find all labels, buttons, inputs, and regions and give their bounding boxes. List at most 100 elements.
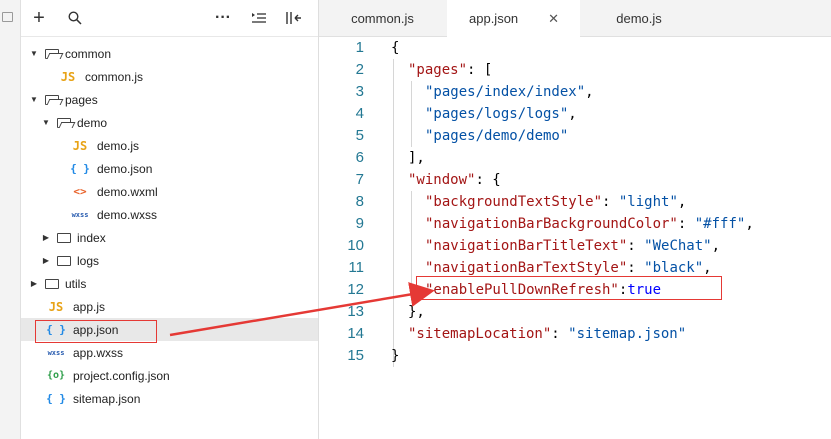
tab-common-js[interactable]: common.js bbox=[319, 0, 446, 36]
tree-item-label: index bbox=[77, 230, 106, 245]
tree-item-common[interactable]: ▼ common bbox=[21, 42, 318, 65]
add-file-icon[interactable]: + bbox=[29, 7, 49, 29]
chevron-right-icon[interactable]: ▶ bbox=[41, 233, 51, 243]
chevron-down-icon[interactable]: ▼ bbox=[41, 118, 51, 128]
code-text: } bbox=[391, 345, 399, 367]
code-token: "pages/demo/demo" bbox=[425, 128, 569, 144]
tree-item-pages[interactable]: ▼ pages bbox=[21, 88, 318, 111]
line-number: 1 bbox=[355, 39, 364, 56]
code-token: }, bbox=[408, 304, 425, 320]
js-file-icon: JS bbox=[72, 138, 88, 153]
search-icon[interactable] bbox=[65, 8, 85, 28]
code-text: "pages/logs/logs", bbox=[425, 103, 577, 125]
code-token: : bbox=[627, 260, 645, 276]
code-line: 8 "backgroundTextStyle": "light", bbox=[319, 191, 831, 213]
file-explorer: + ··· ▼ common JS common.js ▼ pages ▼ demo JS dem… bbox=[21, 0, 319, 439]
code-token: , bbox=[703, 260, 712, 276]
code-token: "navigationBarTextStyle" bbox=[425, 260, 628, 276]
code-token: "light" bbox=[618, 194, 678, 210]
tab-demo-js[interactable]: demo.js bbox=[581, 0, 697, 36]
sort-icon[interactable] bbox=[249, 8, 269, 28]
tree-item-demo-js[interactable]: JS demo.js bbox=[21, 134, 318, 157]
code-token: "pages/index/index" bbox=[425, 84, 586, 100]
line-number: 11 bbox=[348, 259, 364, 276]
tree-item-logs[interactable]: ▶ logs bbox=[21, 249, 318, 272]
tab-app-json[interactable]: app.json ✕ bbox=[447, 0, 580, 37]
tree-item-label: sitemap.json bbox=[73, 391, 141, 406]
tree-item-app-wxss[interactable]: wxss app.wxss bbox=[21, 341, 318, 364]
code-token: , bbox=[677, 194, 687, 210]
code-editor[interactable]: 1{2 "pages": [3 "pages/index/index", 4 "page… bbox=[319, 37, 831, 439]
code-token: , bbox=[568, 106, 577, 122]
code-text: "navigationBarTitleText": "WeChat", bbox=[425, 235, 720, 257]
tree-item-label: common.js bbox=[85, 69, 144, 84]
line-number: 3 bbox=[355, 83, 364, 100]
line-number: 12 bbox=[347, 281, 364, 298]
tree-item-demo[interactable]: ▼ demo bbox=[21, 111, 318, 134]
code-token: "pages/logs/logs" bbox=[425, 106, 569, 122]
explorer-toolbar: + ··· bbox=[21, 0, 318, 37]
json-file-icon: { } bbox=[46, 392, 66, 405]
chevron-right-icon[interactable]: ▶ bbox=[29, 279, 39, 289]
code-text: "backgroundTextStyle": "light", bbox=[425, 191, 686, 213]
code-text: "navigationBarBackgroundColor": "#fff", bbox=[425, 213, 754, 235]
panel-icon[interactable] bbox=[2, 12, 13, 22]
chevron-right-icon[interactable]: ▶ bbox=[41, 256, 51, 266]
collapse-all-icon[interactable] bbox=[284, 8, 304, 28]
code-line: 13}, bbox=[319, 301, 831, 323]
tree-item-label: common bbox=[65, 46, 112, 61]
json-file-icon: { } bbox=[70, 162, 90, 175]
code-token: : bbox=[677, 216, 695, 232]
code-text: "pages/demo/demo" bbox=[425, 125, 568, 147]
code-token: "WeChat" bbox=[644, 238, 712, 254]
tree-item-utils[interactable]: ▶ utils bbox=[21, 272, 318, 295]
code-line: 6], bbox=[319, 147, 831, 169]
js-file-icon: JS bbox=[60, 69, 76, 84]
tree-item-label: app.wxss bbox=[73, 345, 124, 360]
tree-item-demo-wxss[interactable]: wxss demo.wxss bbox=[21, 203, 318, 226]
folder-open-icon bbox=[45, 94, 59, 105]
code-token: "navigationBarTitleText" bbox=[425, 238, 628, 254]
more-icon[interactable]: ··· bbox=[213, 8, 233, 28]
code-token: : bbox=[602, 194, 619, 210]
line-number: 14 bbox=[347, 325, 364, 342]
folder-icon bbox=[57, 255, 71, 266]
code-token: "sitemap.json" bbox=[568, 326, 687, 342]
line-number: 15 bbox=[347, 347, 364, 364]
wxml-file-icon: <> bbox=[73, 185, 87, 198]
highlight-box-line-12 bbox=[416, 276, 722, 300]
code-token: ], bbox=[408, 150, 425, 166]
chevron-down-icon[interactable]: ▼ bbox=[29, 95, 39, 105]
tree-item-project-config-json[interactable]: {o} project.config.json bbox=[21, 364, 318, 387]
folder-open-icon bbox=[45, 48, 59, 59]
chevron-down-icon[interactable]: ▼ bbox=[29, 49, 39, 59]
code-text: { bbox=[391, 37, 399, 59]
code-text: "pages": [ bbox=[408, 59, 492, 81]
tree-item-label: demo.wxml bbox=[97, 184, 158, 199]
code-line: 9 "navigationBarBackgroundColor": "#fff", bbox=[319, 213, 831, 235]
code-text: }, bbox=[408, 301, 425, 323]
code-line: 2 "pages": [ bbox=[319, 59, 831, 81]
code-line: 1{ bbox=[319, 37, 831, 59]
tree-item-demo-wxml[interactable]: <> demo.wxml bbox=[21, 180, 318, 203]
tree-item-demo-json[interactable]: { } demo.json bbox=[21, 157, 318, 180]
code-line: 10 "navigationBarTitleText": "WeChat", bbox=[319, 235, 831, 257]
code-token: , bbox=[585, 84, 594, 100]
code-token: "sitemapLocation" bbox=[408, 326, 552, 342]
tree-item-sitemap-json[interactable]: { } sitemap.json bbox=[21, 387, 318, 410]
line-number: 4 bbox=[355, 105, 364, 122]
close-icon[interactable]: ✕ bbox=[548, 11, 559, 27]
tree-item-app-js[interactable]: JS app.js bbox=[21, 295, 318, 318]
line-number: 5 bbox=[355, 127, 364, 144]
tree-item-index[interactable]: ▶ index bbox=[21, 226, 318, 249]
code-token: "backgroundTextStyle" bbox=[425, 194, 603, 210]
line-number: 6 bbox=[355, 149, 364, 166]
folder-open-icon bbox=[57, 117, 71, 128]
code-token: : bbox=[551, 326, 569, 342]
code-token: : { bbox=[475, 172, 501, 188]
tree-item-label: demo.wxss bbox=[97, 207, 158, 222]
line-number: 8 bbox=[355, 193, 364, 210]
tree-item-common-js[interactable]: JS common.js bbox=[21, 65, 318, 88]
tree-item-label: project.config.json bbox=[73, 368, 170, 383]
line-number: 10 bbox=[347, 237, 364, 254]
